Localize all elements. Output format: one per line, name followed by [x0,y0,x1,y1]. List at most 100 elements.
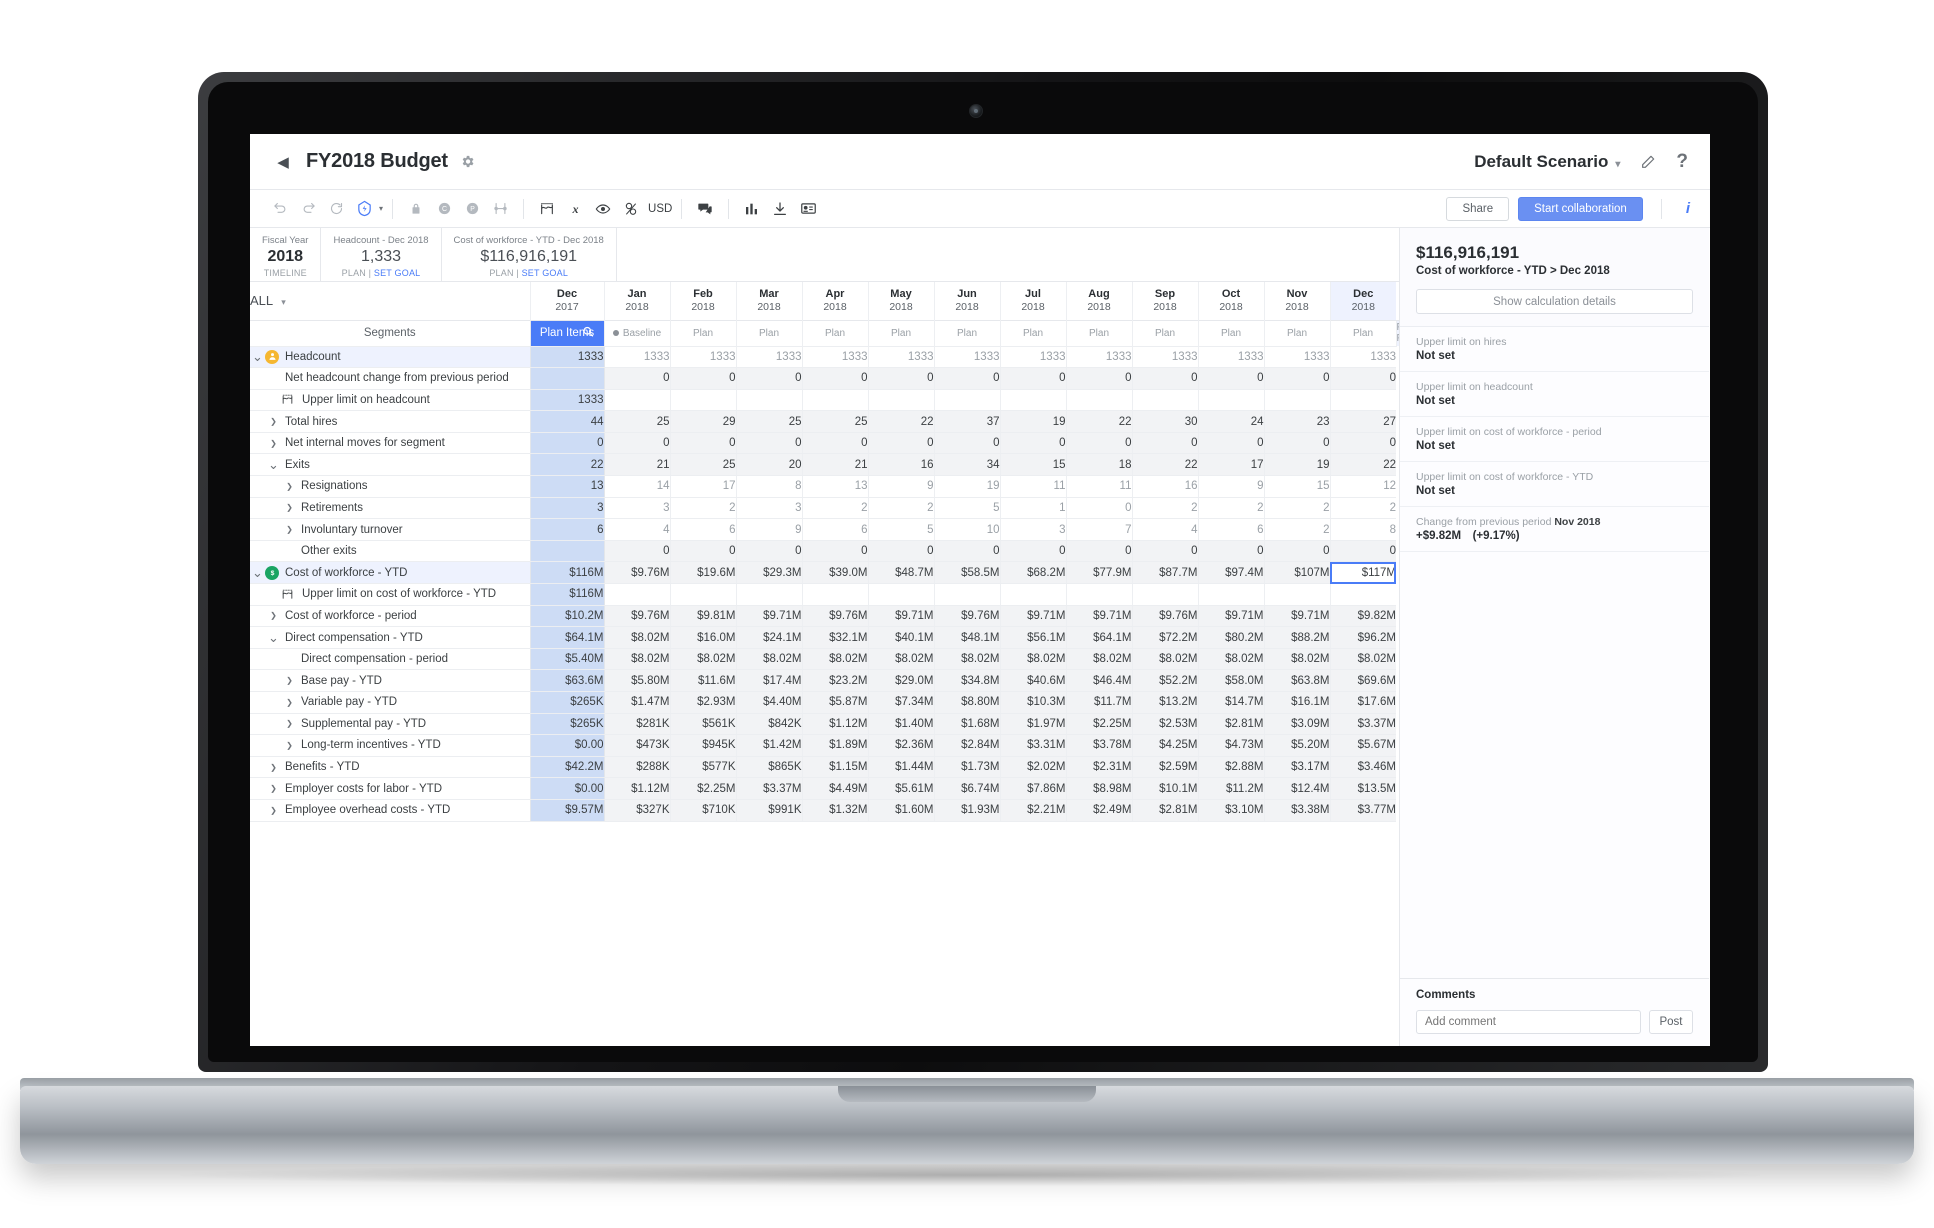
chevron-right-icon[interactable]: ❯ [266,611,281,620]
chevron-down-icon[interactable]: ▾ [379,204,383,213]
value-cell[interactable]: $6.74M [933,777,1000,800]
post-comment-button[interactable]: Post [1649,1010,1693,1034]
upper-limit-icon[interactable] [533,195,561,223]
value-cell[interactable]: $8.02M [603,647,670,671]
value-cell[interactable]: 0 [603,539,670,563]
value-cell[interactable]: $842K [735,712,802,736]
value-cell[interactable]: 1333 [603,345,670,369]
value-cell[interactable]: $58.0M [1197,669,1264,692]
share-button[interactable]: Share [1446,196,1510,221]
value-cell[interactable]: 0 [735,431,802,455]
value-cell[interactable] [1329,583,1396,606]
value-cell[interactable]: 0 [1197,431,1264,455]
value-cell[interactable]: $11.2M [1197,777,1264,800]
value-cell[interactable]: $10.3M [999,691,1066,714]
value-cell[interactable]: $281K [603,712,670,736]
value-cell[interactable]: $1.47M [603,691,670,714]
value-cell[interactable]: $2.81M [1197,712,1264,736]
chevron-down-icon[interactable]: ⌄ [266,458,281,471]
value-cell[interactable]: $5.20M [1263,734,1330,757]
value-cell[interactable] [1197,583,1264,606]
value-cell[interactable]: 20 [735,453,802,477]
value-cell[interactable]: $288K [603,755,670,779]
chevron-right-icon[interactable]: ❯ [266,763,281,772]
column-scenario-jan-2018[interactable]: Plan [669,319,736,346]
value-cell[interactable]: 24 [1197,410,1264,433]
row-label-cell[interactable]: ❯ Long-term incentives - YTD [250,734,530,757]
distribute-icon[interactable] [486,195,514,223]
column-header-jan-2018[interactable]: Jan 2018 [603,282,670,320]
value-cell[interactable]: $8.02M [933,647,1000,671]
chevron-right-icon[interactable]: ❯ [266,417,281,426]
column-header-dec-2018[interactable]: Dec 2018 [1329,282,1396,320]
value-cell[interactable] [1263,583,1330,606]
value-cell[interactable]: 0 [1131,367,1198,390]
table-row[interactable]: ❯ Long-term incentives - YTD $0.00 $473K $94… [250,734,1399,757]
value-cell[interactable] [735,583,802,606]
chevron-right-icon[interactable]: ❯ [282,676,297,685]
value-cell[interactable] [1263,388,1330,412]
baseline-cell[interactable]: $42.2M [529,755,605,779]
value-cell[interactable]: $8.02M [603,626,670,649]
value-cell[interactable]: 0 [1263,367,1330,390]
value-cell[interactable] [603,388,670,412]
value-cell[interactable]: $10.1M [1131,777,1198,800]
value-cell[interactable]: 13 [801,475,868,498]
value-cell[interactable]: $2.36M [867,734,934,757]
value-cell[interactable]: 16 [1131,475,1198,498]
tab-segments[interactable]: Segments [250,319,531,346]
column-scenario-dec-2017[interactable]: Baseline [603,319,670,346]
value-cell[interactable]: 25 [669,453,736,477]
value-cell[interactable]: 0 [999,431,1066,455]
baseline-cell[interactable]: $265K [529,691,605,714]
paste-icon[interactable]: P [458,195,486,223]
value-cell[interactable] [669,388,736,412]
row-label-cell[interactable]: ❯ Net internal moves for segment [250,431,530,455]
table-row[interactable]: ⌄ Exits 22 21 25 20 21 16 34 15 18 22 17 19 22 [250,453,1399,477]
column-scenario-jun-2018[interactable]: Plan [999,319,1066,346]
value-cell[interactable]: $8.02M [735,647,802,671]
gear-icon[interactable] [460,154,475,169]
chevron-down-icon[interactable]: ⌄ [266,631,281,644]
value-cell[interactable]: 25 [603,410,670,433]
row-label-cell[interactable]: ⌄ $ Cost of workforce - YTD [250,561,530,585]
value-cell[interactable]: $3.77M [1329,798,1396,822]
value-cell[interactable]: 6 [801,518,868,541]
value-cell[interactable]: $17.4M [735,669,802,692]
chevron-right-icon[interactable]: ❯ [282,698,297,707]
column-scenario-nov-2018[interactable]: Plan [1329,319,1396,346]
all-segment-selector[interactable]: ALL ▾ [250,282,530,320]
value-cell[interactable]: $2.53M [1131,712,1198,736]
show-calculation-details-button[interactable]: Show calculation details [1416,289,1693,314]
value-cell[interactable]: $13.5M [1329,777,1396,800]
value-cell[interactable]: $14.7M [1197,691,1264,714]
value-cell[interactable]: $63.8M [1263,669,1330,692]
value-cell[interactable]: 0 [603,431,670,455]
value-cell[interactable]: 1333 [999,345,1066,369]
value-cell[interactable]: 10 [933,518,1000,541]
value-cell[interactable]: $2.93M [669,691,736,714]
kpi-card-2[interactable]: Cost of workforce - YTD - Dec 2018 $116,9… [442,228,617,281]
table-row[interactable]: ❯ Supplemental pay - YTD $265K $281K $561K $8… [250,712,1399,736]
value-cell[interactable]: $1.73M [933,755,1000,779]
baseline-cell[interactable]: 44 [529,410,605,433]
value-cell[interactable]: $39.0M [801,561,868,585]
value-cell[interactable]: 0 [1065,496,1132,520]
row-label-cell[interactable]: Upper limit on cost of workforce - YTD [250,583,530,606]
baseline-cell[interactable]: $265K [529,712,605,736]
value-cell[interactable] [999,583,1066,606]
value-cell[interactable]: $16.0M [669,626,736,649]
copy-icon[interactable]: C [430,195,458,223]
chevron-right-icon[interactable]: ❯ [266,439,281,448]
value-cell[interactable]: $5.80M [603,669,670,692]
value-cell[interactable]: $34.8M [933,669,1000,692]
search-icon[interactable] [582,326,594,341]
chevron-right-icon[interactable]: ❯ [282,525,297,534]
value-cell[interactable]: $52.2M [1131,669,1198,692]
bolt-icon[interactable] [350,195,378,223]
value-cell[interactable]: $1.12M [801,712,868,736]
value-cell[interactable]: 0 [1065,539,1132,563]
value-cell[interactable]: $945K [669,734,736,757]
value-cell[interactable]: 22 [1065,410,1132,433]
value-cell[interactable]: 0 [669,431,736,455]
